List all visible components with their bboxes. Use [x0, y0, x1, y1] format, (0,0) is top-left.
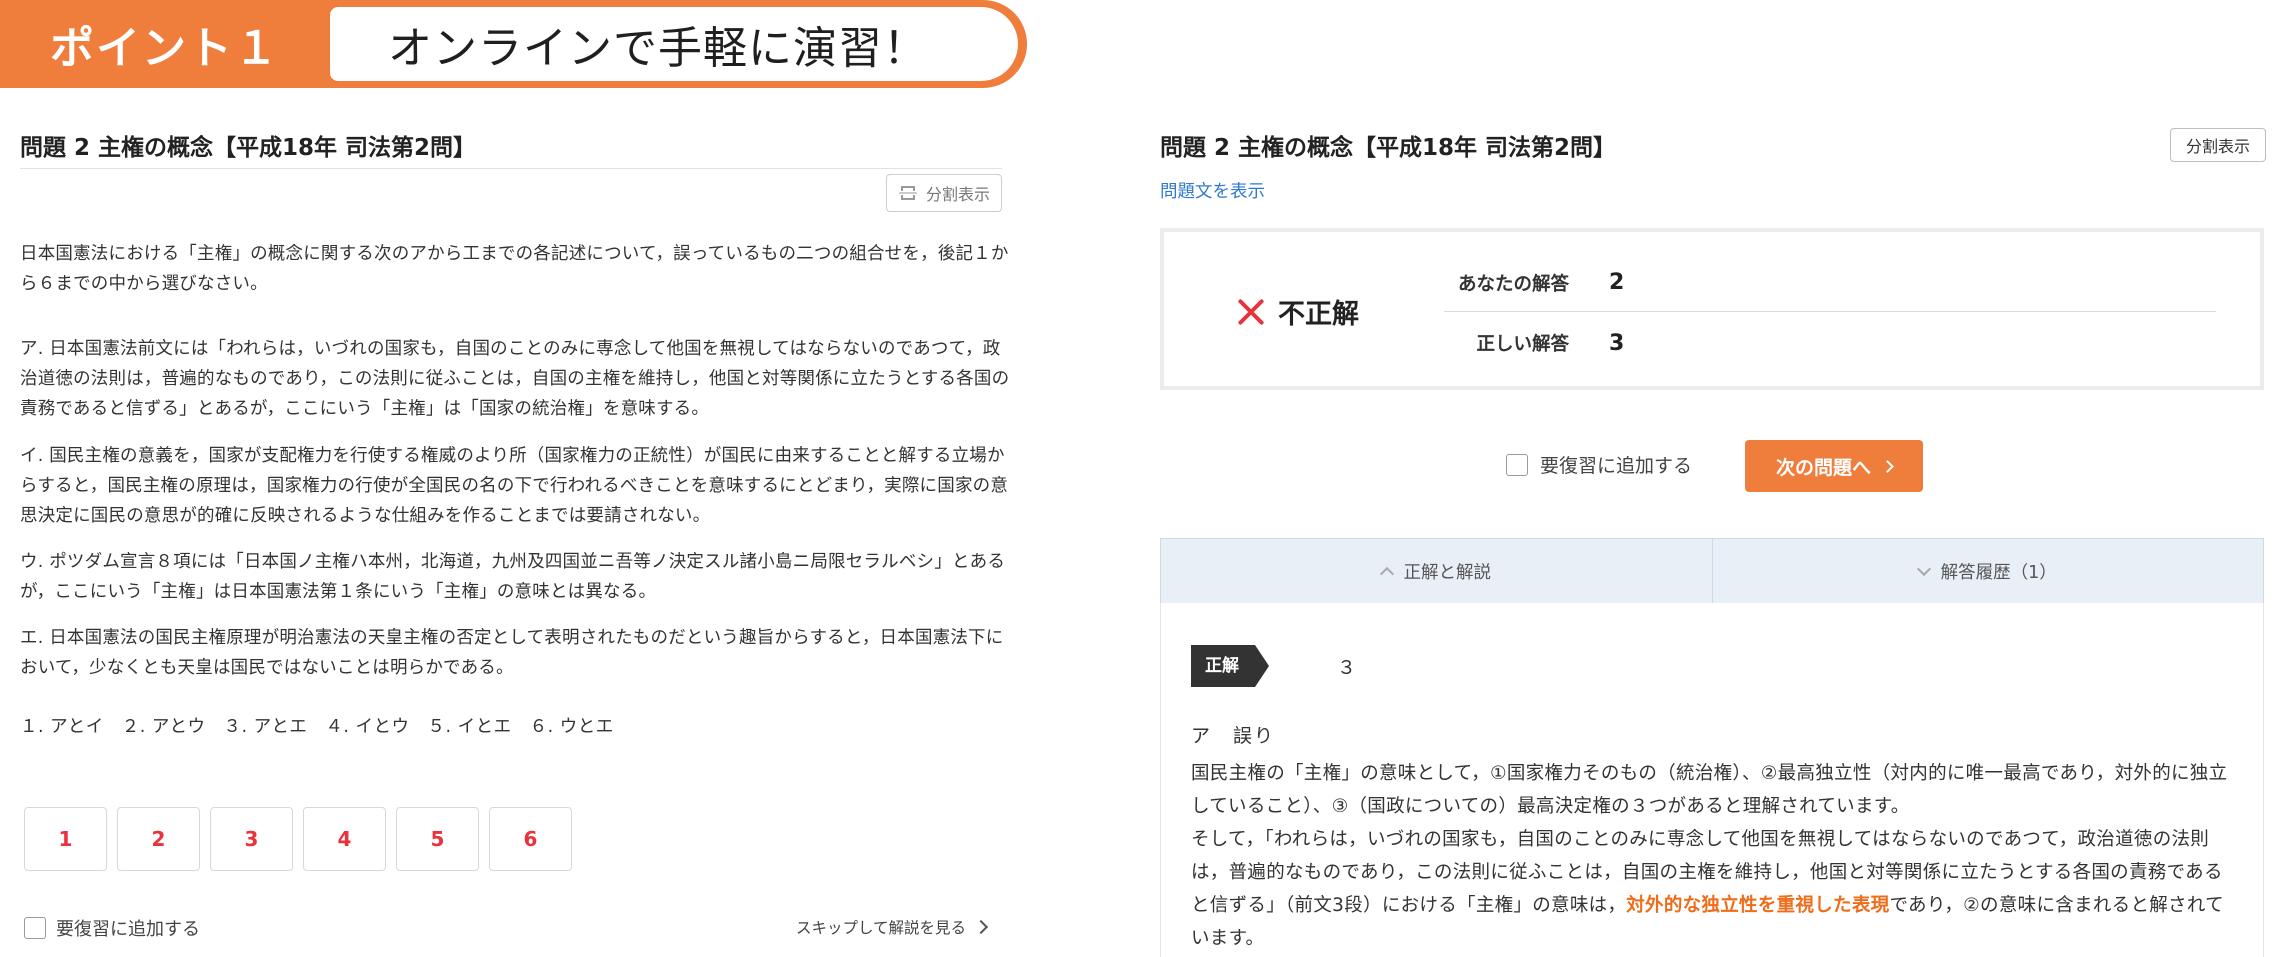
answer-button-4[interactable]: 4	[303, 807, 386, 871]
title-divider	[20, 168, 1002, 169]
explanation-body: 国民主権の「主権」の意味として，①国家権力そのもの（統治権）、②最高独立性（対内…	[1191, 757, 2237, 955]
promo-banner: ポイント１ オンラインで手軽に演習！	[0, 0, 1027, 88]
explanation-paragraph-2: そして，「われらは，いづれの国家も，自国のことのみに専念して他国を無視してはなら…	[1191, 823, 2237, 955]
split-view-button[interactable]: 分割表示	[886, 174, 1002, 212]
correct-value: ３	[1337, 657, 1357, 679]
correct-tag: 正解	[1191, 645, 1307, 687]
correct-tag-label: 正解	[1205, 656, 1239, 676]
highlighted-phrase: 対外的な独立性を重視した表現	[1626, 895, 1890, 916]
choice-list: １. アとイ ２. アとウ ３. アとエ ４. イとウ ５. イとエ ６. ウと…	[20, 717, 614, 737]
answer-panel-title: 問題 2 主権の概念【平成18年 司法第2問】	[1160, 135, 1617, 161]
review-checkbox-right[interactable]	[1506, 453, 1528, 476]
chevron-right-icon	[1881, 459, 1894, 473]
answer-button-2[interactable]: 2	[117, 807, 200, 871]
review-checkbox[interactable]	[24, 917, 46, 939]
answer-button-3[interactable]: 3	[210, 807, 293, 871]
tab-label: 解答履歴（1）	[1940, 562, 2057, 583]
skip-label: スキップして解説を見る	[796, 919, 967, 937]
statement-a: ア. 日本国憲法前文には「われらは，いづれの国家も，自国のことのみに専念して他国…	[20, 339, 1010, 419]
banner-headline: オンラインで手軽に演習！	[330, 7, 1018, 81]
tab-label: 正解と解説	[1403, 562, 1492, 583]
tab-answer-explanation[interactable]: 正解と解説	[1161, 539, 1712, 603]
question-instruction: 日本国憲法における「主権」の概念に関する次のアから工までの各記述について，誤って…	[20, 244, 1009, 294]
statement-u: ウ. ポツダム宣言８項には「日本国ノ主権ハ本州，北海道，九州及四国並ニ吾等ノ決定…	[20, 552, 1006, 602]
next-question-label: 次の問題へ	[1775, 456, 1871, 479]
tab-answer-history[interactable]: 解答履歴（1）	[1711, 539, 2264, 603]
chevron-down-icon	[1916, 561, 1931, 576]
explanation-panel: 正解 ３ ア 誤り 国民主権の「主権」の意味として，①国家権力そのもの（統治権）…	[1160, 603, 2264, 957]
answer-button-1[interactable]: 1	[24, 807, 107, 871]
statement-e: エ. 日本国憲法の国民主権原理が明治憲法の天皇主権の否定として表明されたものだと…	[20, 628, 1004, 678]
incorrect-x-icon	[1236, 297, 1266, 327]
answer-button-6[interactable]: 6	[489, 807, 572, 871]
review-label: 要復習に追加する	[56, 919, 200, 940]
your-answer-row: あなたの解答 2	[1444, 254, 2216, 312]
explanation-tabs: 正解と解説 解答履歴（1）	[1160, 538, 2264, 604]
review-label-right: 要復習に追加する	[1540, 455, 1693, 477]
correct-answer-value: 3	[1609, 330, 1625, 356]
explanation-heading: ア 誤り	[1191, 725, 1276, 747]
result-status: 不正解	[1236, 292, 1359, 331]
result-status-text: 不正解	[1278, 299, 1359, 330]
your-answer-value: 2	[1609, 270, 1625, 295]
correct-answer-row: 正しい解答 3	[1444, 314, 2216, 372]
your-answer-label: あなたの解答	[1457, 273, 1569, 295]
add-to-review-right[interactable]: 要復習に追加する	[1506, 451, 1692, 478]
answer-button-5[interactable]: 5	[396, 807, 479, 871]
explanation-paragraph-1: 国民主権の「主権」の意味として，①国家権力そのもの（統治権）、②最高独立性（対内…	[1191, 763, 2228, 817]
result-box: 不正解 あなたの解答 2 正しい解答 3	[1160, 228, 2264, 390]
show-question-link[interactable]: 問題文を表示	[1160, 178, 1265, 203]
next-question-button[interactable]: 次の問題へ	[1745, 440, 1923, 492]
banner-point-label: ポイント１	[50, 23, 280, 74]
question-title: 問題 2 主権の概念【平成18年 司法第2問】	[20, 135, 477, 161]
answer-button-group: 1 2 3 4 5 6	[24, 807, 572, 871]
statement-i: イ. 国民主権の意義を，国家が支配権力を行使する権威のより所（国家権力の正統性）…	[20, 446, 1009, 526]
correct-answer-label: 正しい解答	[1476, 334, 1569, 355]
split-view-label: 分割表示	[925, 185, 990, 204]
split-view-button-right[interactable]: 分割表示	[2170, 128, 2266, 162]
skip-to-explanation-link[interactable]: スキップして解説を見る	[796, 916, 989, 938]
chevron-right-icon	[973, 919, 989, 935]
add-to-review-left[interactable]: 要復習に追加する	[24, 915, 200, 941]
split-view-icon	[898, 186, 917, 200]
chevron-up-icon	[1379, 566, 1394, 581]
